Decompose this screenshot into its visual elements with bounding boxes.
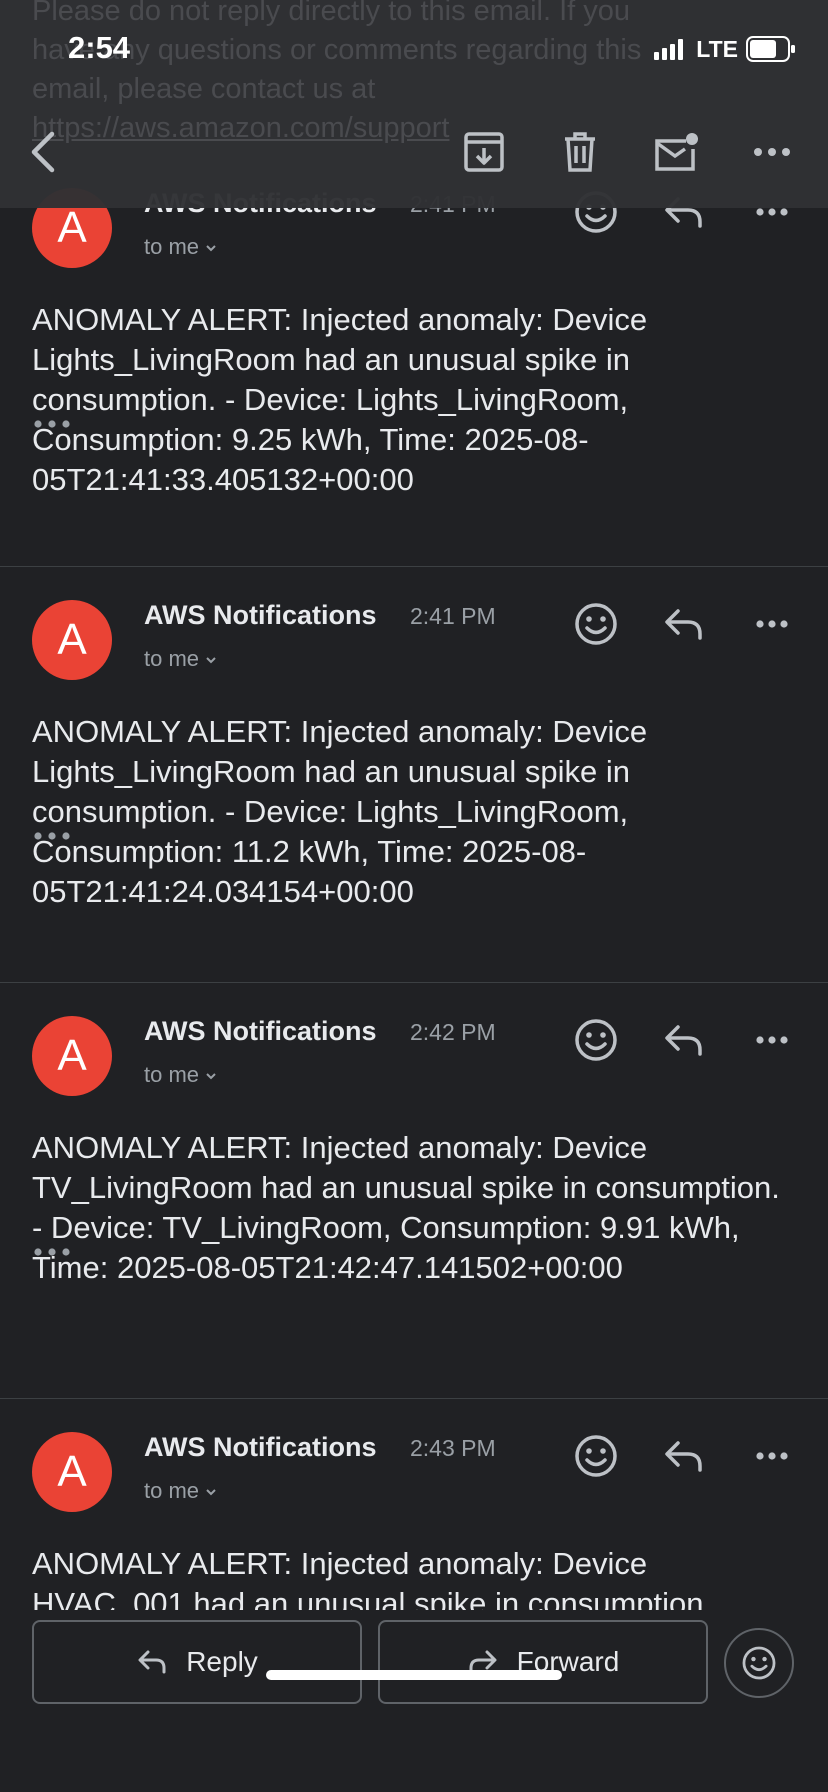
back-icon bbox=[31, 131, 55, 173]
trash-icon bbox=[565, 132, 595, 172]
bottom-action-bar: Reply Forward bbox=[0, 1610, 828, 1792]
message-time: 2:41 PM bbox=[410, 603, 496, 629]
reply-button[interactable]: Reply bbox=[32, 1620, 362, 1704]
sender-name: AWS Notifications bbox=[144, 1432, 377, 1462]
message-body: ANOMALY ALERT: Injected anomaly: Device … bbox=[32, 302, 648, 497]
recipient-label: to me bbox=[144, 1062, 200, 1087]
emoji-reaction-icon[interactable] bbox=[572, 600, 620, 648]
reply-label: Reply bbox=[186, 1646, 258, 1677]
recipient-label: to me bbox=[144, 234, 200, 259]
signal-strength-icon bbox=[654, 39, 684, 60]
sender-name: AWS Notifications bbox=[144, 600, 377, 630]
recipient-label: to me bbox=[144, 646, 200, 671]
battery-icon bbox=[746, 36, 795, 62]
ghost-line: email, please contact us at bbox=[32, 73, 376, 105]
emoji-reaction-button[interactable] bbox=[724, 1628, 794, 1698]
message-body: ANOMALY ALERT: Injected anomaly: Device … bbox=[32, 1546, 713, 1610]
message-time: 2:42 PM bbox=[410, 1019, 496, 1045]
divider bbox=[0, 982, 828, 983]
divider bbox=[0, 566, 828, 567]
reply-icon[interactable] bbox=[660, 600, 708, 648]
message-body: ANOMALY ALERT: Injected anomaly: Device … bbox=[32, 714, 648, 909]
avatar[interactable]: A bbox=[32, 1432, 112, 1512]
home-indicator[interactable] bbox=[266, 1670, 562, 1680]
show-trimmed-content-icon[interactable] bbox=[32, 1244, 72, 1260]
recipient-details-toggle[interactable]: to me bbox=[144, 1478, 217, 1504]
top-app-bar: Please do not reply directly to this ema… bbox=[0, 0, 828, 208]
status-time: 2:54 bbox=[68, 30, 131, 65]
avatar[interactable]: A bbox=[32, 600, 112, 680]
chevron-down-icon bbox=[206, 657, 216, 664]
avatar[interactable]: A bbox=[32, 1016, 112, 1096]
network-type: LTE bbox=[696, 35, 738, 62]
reply-icon[interactable] bbox=[660, 1016, 708, 1064]
more-options-icon[interactable] bbox=[748, 1432, 796, 1480]
status-indicators: LTE bbox=[654, 34, 796, 64]
show-trimmed-content-icon[interactable] bbox=[32, 416, 72, 432]
mark-unread-button[interactable] bbox=[648, 124, 704, 180]
recipient-details-toggle[interactable]: to me bbox=[144, 234, 217, 260]
chevron-down-icon bbox=[206, 245, 216, 252]
chevron-down-icon bbox=[206, 1073, 216, 1080]
message-body: ANOMALY ALERT: Injected anomaly: Device … bbox=[32, 1130, 780, 1285]
message-thread: A AWS Notifications 2:41 PM to me ANOMAL… bbox=[0, 0, 828, 1610]
divider bbox=[0, 1398, 828, 1399]
forward-button[interactable]: Forward bbox=[378, 1620, 708, 1704]
mark-unread-icon bbox=[655, 133, 698, 171]
sender-name: AWS Notifications bbox=[144, 1016, 377, 1046]
reply-icon[interactable] bbox=[660, 1432, 708, 1480]
message-time: 2:43 PM bbox=[410, 1435, 496, 1461]
chevron-down-icon bbox=[206, 1489, 216, 1496]
more-menu-button[interactable] bbox=[744, 124, 800, 180]
smiley-icon bbox=[742, 1646, 776, 1680]
ghost-line: Please do not reply directly to this ema… bbox=[32, 0, 631, 27]
reply-icon bbox=[138, 1650, 166, 1674]
support-link: https://aws.amazon.com/support bbox=[32, 112, 450, 144]
emoji-reaction-icon[interactable] bbox=[572, 1016, 620, 1064]
emoji-reaction-icon[interactable] bbox=[572, 1432, 620, 1480]
recipient-label: to me bbox=[144, 1478, 200, 1503]
delete-button[interactable] bbox=[552, 124, 608, 180]
more-options-icon[interactable] bbox=[748, 600, 796, 648]
more-icon bbox=[754, 148, 790, 156]
recipient-details-toggle[interactable]: to me bbox=[144, 1062, 217, 1088]
archive-button[interactable] bbox=[456, 124, 512, 180]
recipient-details-toggle[interactable]: to me bbox=[144, 646, 217, 672]
archive-icon bbox=[464, 132, 504, 172]
show-trimmed-content-icon[interactable] bbox=[32, 828, 72, 844]
more-options-icon[interactable] bbox=[748, 1016, 796, 1064]
back-button[interactable] bbox=[16, 124, 72, 180]
